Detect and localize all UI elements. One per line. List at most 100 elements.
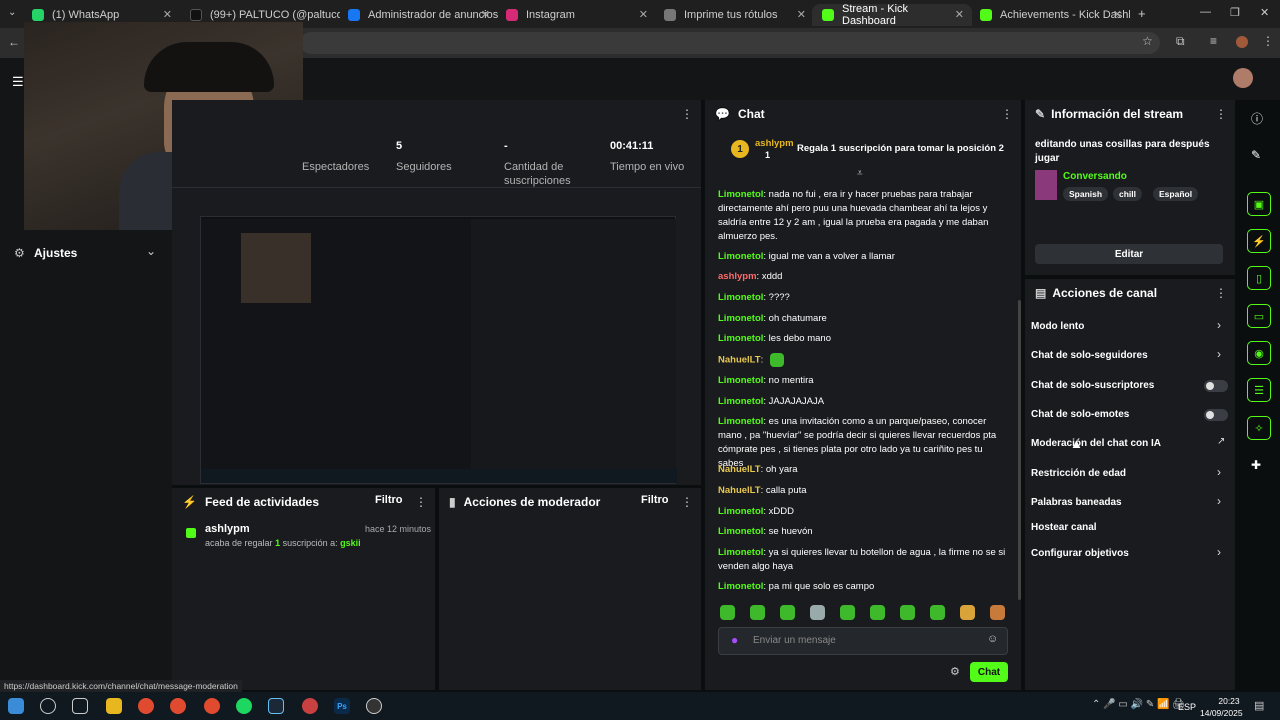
collapse-icon[interactable]: ⩡ [857,168,863,179]
chevron-down-icon[interactable]: ⌄ [146,244,156,258]
chat-username[interactable]: NahuelLT [718,355,761,366]
close-icon[interactable]: ✕ [955,8,964,21]
chat-username[interactable]: Limonetol [718,292,763,303]
trash-icon[interactable]: ▯ [1247,266,1271,290]
hamburger-icon[interactable]: ☰ [12,74,24,90]
subs-only-toggle[interactable] [1204,380,1228,392]
chat-username[interactable]: NahuelLT [718,464,761,475]
back-icon[interactable]: ← [8,35,20,49]
tab-ads-manager[interactable]: Administrador de anuncios - A✕ [338,4,498,26]
add-widget-icon[interactable]: ✚ [1251,458,1261,472]
more-icon[interactable]: ⋮ [681,495,693,509]
tag-chip[interactable]: chill [1113,187,1143,201]
chat-username[interactable]: NahuelLT [718,485,761,496]
tag-chip[interactable]: Spanish [1063,187,1109,201]
chat-username[interactable]: Limonetol [718,416,763,427]
emote-icon[interactable] [840,605,855,620]
more-icon[interactable]: ⋮ [1215,107,1227,121]
chat-username[interactable]: Limonetol [718,375,763,386]
photoshop-icon[interactable]: Ps [334,698,350,714]
profile-avatar[interactable] [1236,36,1248,48]
chrome-icon[interactable] [170,698,186,714]
layout-icon[interactable]: ☰ [1247,378,1271,402]
windows-start-icon[interactable] [8,698,24,714]
close-icon[interactable]: ✕ [1113,8,1122,21]
new-tab-button[interactable]: + [1138,6,1146,21]
pencil-icon[interactable]: ✎ [1251,148,1261,162]
clock-date[interactable]: 14/09/2025 [1200,708,1243,718]
user-avatar[interactable] [1233,68,1253,88]
clock-time[interactable]: 20:23 [1212,696,1246,706]
action-banned-words[interactable]: Palabras baneadas [1031,497,1122,508]
action-subs-only[interactable]: Chat de solo-suscriptores [1031,380,1154,391]
notification-icon[interactable]: ▤ [1254,699,1264,712]
clip-icon[interactable]: ▣ [1247,192,1271,216]
chat-input[interactable]: ● Enviar un mensaje ☺ [718,627,1008,655]
emote-icon[interactable] [930,605,945,620]
more-icon[interactable]: ⋮ [415,495,427,509]
emote-icon[interactable] [870,605,885,620]
search-icon[interactable] [40,698,56,714]
emotes-only-toggle[interactable] [1204,409,1228,421]
chat-username[interactable]: Limonetol [718,396,763,407]
action-followers-only[interactable]: Chat de solo-seguidores [1031,350,1148,361]
spotify-icon[interactable] [236,698,252,714]
chrome-icon[interactable] [138,698,154,714]
microphone-icon[interactable]: ● [731,633,738,647]
language-indicator[interactable]: ESP [1178,702,1196,712]
emote-icon[interactable] [810,605,825,620]
chevron-right-icon[interactable]: › [1217,545,1221,559]
chevron-right-icon[interactable]: › [1217,494,1221,508]
bolt-icon[interactable]: ⚡ [1247,229,1271,253]
close-icon[interactable]: ✕ [639,8,648,21]
mod-filter-button[interactable]: Filtro [641,494,669,506]
pinned-user[interactable]: ashlypm [755,138,794,149]
send-chat-button[interactable]: Chat [970,662,1008,682]
maximize-button[interactable]: ❐ [1230,6,1240,19]
tab-kick-stream[interactable]: Stream - Kick Dashboard ✕ [812,3,972,27]
chat-icon[interactable]: ▭ [1247,304,1271,328]
close-icon[interactable]: ✕ [797,8,806,21]
stream-video-preview[interactable] [200,216,677,484]
emote-icon[interactable] [900,605,915,620]
chat-username[interactable]: Limonetol [718,526,763,537]
chevron-right-icon[interactable]: › [1217,347,1221,361]
emoji-icon[interactable]: ☺ [987,633,998,645]
tab-kick-achievements[interactable]: Achievements - Kick Dashboar✕ [970,4,1130,26]
action-configure-goals[interactable]: Configurar objetivos [1031,548,1129,559]
bookmark-star-icon[interactable]: ☆ [1142,34,1153,48]
tab-search-icon[interactable]: ⌄ [8,7,16,18]
close-icon[interactable]: ✕ [481,8,490,21]
media-icon[interactable]: ≡ [1210,34,1217,48]
action-ai-moderation[interactable]: Moderación del chat con IA [1031,438,1161,449]
action-host-channel[interactable]: Hostear canal [1031,522,1097,533]
chevron-right-icon[interactable]: › [1217,465,1221,479]
tab-labels[interactable]: Imprime tus rótulos ✕ [654,4,814,26]
sidebar-item-settings[interactable]: Ajustes [34,246,77,260]
chrome-icon[interactable] [302,698,318,714]
tab-instagram[interactable]: Instagram ✕ [496,4,656,26]
wrench-icon[interactable]: ✧ [1247,416,1271,440]
chrome-icon[interactable] [204,698,220,714]
menu-icon[interactable]: ⋮ [1262,34,1274,48]
activity-user[interactable]: ashlypm [205,523,250,535]
chat-username[interactable]: Limonetol [718,581,763,592]
chat-username[interactable]: Limonetol [718,189,763,200]
chat-username[interactable]: ashlypm [718,271,757,282]
minimize-button[interactable]: — [1200,6,1211,18]
category-link[interactable]: Conversando [1063,171,1127,182]
chat-username[interactable]: Limonetol [718,506,763,517]
close-icon[interactable]: ✕ [163,8,172,21]
emote-icon[interactable] [960,605,975,620]
external-link-icon[interactable]: ↗ [1217,436,1225,447]
chat-username[interactable]: Limonetol [718,313,763,324]
chat-username[interactable]: Limonetol [718,547,763,558]
action-slow-mode[interactable]: Modo lento [1031,321,1084,332]
more-icon[interactable]: ⋮ [1215,286,1227,300]
emote-icon[interactable] [780,605,795,620]
action-emotes-only[interactable]: Chat de solo-emotes [1031,409,1129,420]
task-view-icon[interactable] [72,698,88,714]
url-field[interactable] [300,32,1160,54]
broadcast-icon[interactable]: ◉ [1247,341,1271,365]
more-icon[interactable]: ⋮ [1001,107,1013,121]
